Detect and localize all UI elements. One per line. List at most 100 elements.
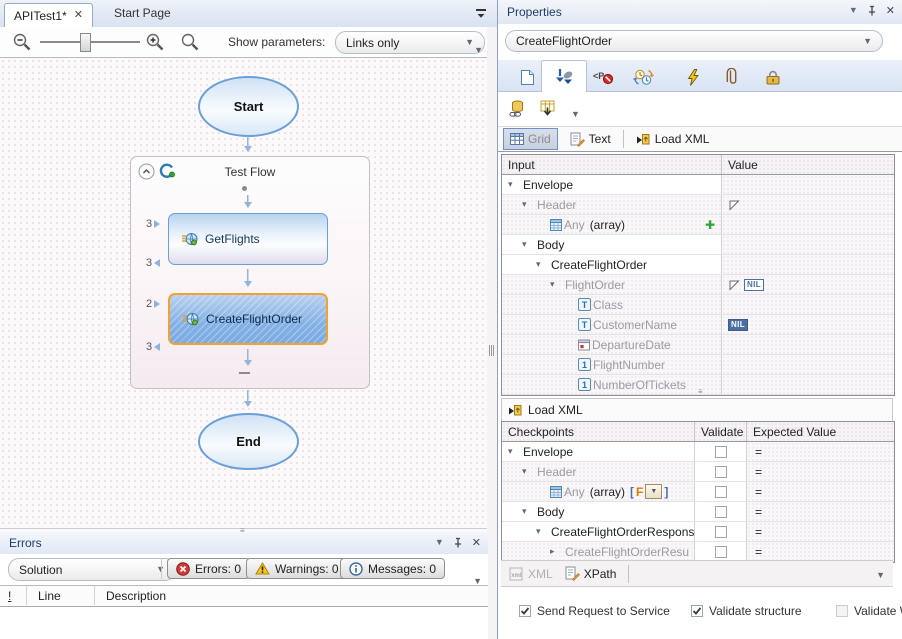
expected-value-cell[interactable]: =: [747, 482, 894, 501]
toolbar-overflow-icon[interactable]: ▼: [474, 46, 483, 55]
validate-cell[interactable]: [695, 502, 747, 521]
close-icon[interactable]: ✕: [472, 536, 481, 549]
messages-count-button[interactable]: Messages: 0: [340, 558, 445, 579]
step-createflightorder[interactable]: CreateFlightOrder: [168, 293, 328, 345]
zoom-in-icon[interactable]: [145, 32, 165, 52]
array-index-dropdown[interactable]: ▼: [645, 484, 662, 499]
step-out-port[interactable]: 3: [146, 341, 160, 353]
load-xml-button[interactable]: Load XML: [630, 129, 716, 149]
properties-tab-events-bolt[interactable]: [676, 63, 710, 91]
expander-open-icon[interactable]: ▾: [508, 179, 521, 190]
value-column-header[interactable]: Value: [722, 155, 894, 174]
errors-col-severity[interactable]: !: [0, 586, 27, 605]
tab-list-icon[interactable]: [475, 8, 487, 19]
step-in-port[interactable]: 2: [146, 298, 160, 310]
expected-value-column-header[interactable]: Expected Value: [747, 422, 894, 441]
input-grid-row-customername[interactable]: TCustomerNameNIL: [502, 315, 894, 335]
zoom-slider-handle[interactable]: [80, 33, 91, 52]
errors-scope-dropdown[interactable]: Solution ▼: [8, 558, 176, 581]
tab-apitest1[interactable]: APITest1* ✕: [4, 3, 93, 28]
input-grid-row-class[interactable]: TClass: [502, 295, 894, 315]
pin-icon[interactable]: [867, 5, 877, 16]
expected-value-cell[interactable]: =: [747, 502, 894, 521]
validate-cell[interactable]: [695, 482, 747, 501]
input-name-cell[interactable]: ▾Envelope: [502, 175, 722, 194]
input-name-cell[interactable]: ▾FlightOrder: [502, 275, 722, 294]
input-value-cell[interactable]: [722, 215, 894, 234]
input-value-cell[interactable]: [722, 195, 894, 214]
properties-tab-page[interactable]: [510, 63, 544, 91]
validate-checkbox[interactable]: [715, 466, 727, 478]
input-grid-row-createflightorder[interactable]: ▾CreateFlightOrder: [502, 255, 894, 275]
input-name-cell[interactable]: TCustomerName: [502, 315, 722, 334]
show-parameters-dropdown[interactable]: Links only ▼: [335, 31, 485, 54]
input-grid-row-flightnumber[interactable]: 1FlightNumber: [502, 355, 894, 375]
input-value-cell[interactable]: [722, 175, 894, 194]
validate-checkbox[interactable]: [715, 526, 727, 538]
input-grid-row-envelope[interactable]: ▾Envelope: [502, 175, 894, 195]
import-data-icon[interactable]: [539, 99, 556, 117]
errors-col-description[interactable]: Description: [95, 586, 487, 605]
input-name-cell[interactable]: Any(array)✚: [502, 215, 722, 234]
close-icon[interactable]: ✕: [886, 4, 895, 17]
properties-tab-security-lock[interactable]: [756, 63, 790, 91]
checkpoints-column-header[interactable]: Checkpoints: [502, 422, 695, 441]
expander-open-icon[interactable]: ▾: [536, 526, 549, 537]
input-value-cell[interactable]: NIL: [722, 315, 894, 334]
option-validate-structure[interactable]: Validate structure: [691, 604, 802, 618]
checkpoints-load-xml-button[interactable]: Load XML: [501, 398, 893, 421]
input-grid-row-body[interactable]: ▾Body: [502, 235, 894, 255]
checkpoints-splitter[interactable]: ≡: [498, 389, 902, 397]
expander-open-icon[interactable]: ▾: [522, 199, 535, 210]
option-send-request[interactable]: Send Request to Service: [519, 604, 670, 618]
validate-cell[interactable]: [695, 522, 747, 541]
zoom-out-icon[interactable]: [12, 32, 32, 52]
checkbox-checked[interactable]: [691, 605, 703, 617]
errors-count-button[interactable]: Errors: 0: [167, 558, 250, 579]
checkpoint-row-body[interactable]: ▾Body =: [502, 502, 894, 522]
expected-value-cell[interactable]: =: [747, 522, 894, 541]
checkpoint-name-cell[interactable]: ▾Header: [502, 462, 695, 481]
input-name-cell[interactable]: ▾Header: [502, 195, 722, 214]
text-view-button[interactable]: Text: [564, 129, 617, 149]
checkbox-unchecked[interactable]: [836, 605, 848, 617]
step-getflights[interactable]: GetFlights: [168, 213, 328, 265]
validate-checkbox[interactable]: [715, 506, 727, 518]
expander-open-icon[interactable]: ▾: [522, 506, 535, 517]
input-grid-row-departuredate[interactable]: DepartureDate: [502, 335, 894, 355]
tab-start-page[interactable]: Start Page: [102, 0, 183, 26]
validate-cell[interactable]: [695, 542, 747, 561]
option-validate-ws[interactable]: Validate WS: [836, 604, 902, 618]
input-name-cell[interactable]: ▾CreateFlightOrder: [502, 255, 722, 274]
input-name-cell[interactable]: DepartureDate: [502, 335, 722, 354]
validate-checkbox[interactable]: [715, 546, 727, 558]
input-grid-row-header[interactable]: ▾Header: [502, 195, 894, 215]
input-value-cell[interactable]: [722, 335, 894, 354]
toolbar-overflow-icon[interactable]: ▼: [876, 571, 885, 580]
checkpoint-row-header[interactable]: ▾Header =: [502, 462, 894, 482]
search-icon[interactable]: [180, 32, 200, 52]
xml-mode-button[interactable]: xml XML: [509, 567, 553, 581]
validate-checkbox[interactable]: [715, 486, 727, 498]
input-name-cell[interactable]: TClass: [502, 295, 722, 314]
pin-icon[interactable]: [453, 537, 463, 548]
checkpoint-name-cell[interactable]: ▾Body: [502, 502, 695, 521]
validate-cell[interactable]: [695, 442, 747, 461]
checkpoint-row-envelope[interactable]: ▾Envelope=: [502, 442, 894, 462]
properties-tab-io-arrows[interactable]: [541, 60, 587, 92]
checkpoint-name-cell[interactable]: Any(array)[F▼]: [502, 482, 695, 501]
panel-menu-icon[interactable]: ▼: [849, 6, 858, 15]
step-in-port[interactable]: 3: [146, 218, 160, 230]
checkpoint-name-cell[interactable]: ▸CreateFlightOrderResu: [502, 542, 695, 561]
expected-value-cell[interactable]: =: [747, 462, 894, 481]
warnings-count-button[interactable]: Warnings: 0: [246, 558, 348, 579]
step-out-port[interactable]: 3: [146, 257, 160, 269]
checkpoint-row-createflightorderresu[interactable]: ▸CreateFlightOrderResu=: [502, 542, 894, 562]
expander-closed-icon[interactable]: ▸: [550, 546, 563, 557]
checkpoint-row-createflightorderrespons[interactable]: ▾CreateFlightOrderRespons=: [502, 522, 894, 542]
data-source-link-icon[interactable]: [509, 99, 526, 118]
input-name-cell[interactable]: ▾Body: [502, 235, 722, 254]
panel-menu-icon[interactable]: ▼: [435, 538, 444, 547]
input-value-cell[interactable]: [722, 235, 894, 254]
input-name-cell[interactable]: 1FlightNumber: [502, 355, 722, 374]
